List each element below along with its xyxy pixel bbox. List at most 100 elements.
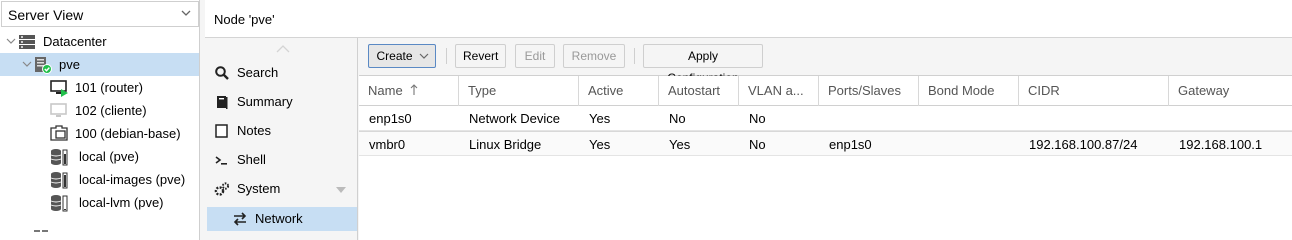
cell-type: Linux Bridge (469, 137, 542, 152)
view-selector[interactable]: Server View (1, 1, 199, 27)
chevron-down-icon[interactable] (180, 7, 192, 19)
search-icon (215, 66, 229, 80)
nav-item-network[interactable]: Network (207, 207, 357, 231)
tree-item-label: local-images (pve) (79, 172, 186, 187)
terminal-icon (215, 156, 227, 165)
column-header-bond-mode[interactable]: Bond Mode (919, 76, 1019, 106)
nav-item-notes[interactable]: Notes (205, 119, 358, 143)
revert-button-label: Revert (463, 49, 499, 63)
edit-button-label: Edit (524, 49, 546, 63)
column-header-label: Gateway (1178, 83, 1230, 98)
tree-item-partial (0, 214, 199, 237)
tree-item-storage[interactable]: local (pve) (0, 145, 199, 168)
cell-ports-slaves: enp1s0 (829, 137, 872, 152)
table-row[interactable]: enp1s0 Network Device Yes No No (359, 106, 1292, 131)
network-icon (34, 230, 48, 232)
edit-button[interactable]: Edit (515, 44, 555, 68)
column-header-name[interactable]: Name (359, 76, 459, 106)
vm-stopped-icon (50, 103, 67, 117)
tree-item-node-pve[interactable]: pve (0, 53, 199, 76)
nav-item-shell[interactable]: Shell (205, 148, 358, 172)
tree-item-datacenter[interactable]: Datacenter (0, 30, 199, 53)
nav-item-search[interactable]: Search (205, 61, 358, 85)
cell-active: Yes (589, 111, 611, 126)
nav-item-label: System (237, 181, 281, 196)
cell-bond-mode (919, 106, 1019, 131)
tree-item-label: local (pve) (79, 149, 139, 164)
remove-button-label: Remove (571, 49, 617, 63)
nav-item-label: Summary (237, 94, 293, 109)
tree-item-template[interactable]: 100 (debian-base) (0, 122, 199, 145)
nav-item-summary[interactable]: Summary (205, 90, 358, 114)
page-title: Node 'pve' (214, 12, 275, 27)
column-header-label: Name (368, 83, 403, 98)
nav-item-label: Network (255, 211, 303, 226)
toolbar-separator (446, 48, 447, 64)
storage-icon (50, 195, 68, 212)
table-header: Name Type Active Autostart VLAN a... Por… (359, 76, 1292, 106)
create-button-label: Create (376, 49, 413, 63)
resource-tree: Datacenter pve 101 (router) 102 (cliente… (0, 30, 199, 237)
tree-item-label: pve (59, 57, 80, 72)
collapse-icon[interactable] (6, 36, 16, 46)
server-node-icon (35, 57, 52, 74)
node-nav-menu: Search Summary Notes Shell System Networ… (205, 38, 358, 240)
view-selector-label: Server View (8, 7, 84, 23)
column-header-ports-slaves[interactable]: Ports/Slaves (819, 76, 919, 106)
column-header-autostart[interactable]: Autostart (659, 76, 739, 106)
column-header-active[interactable]: Active (579, 76, 659, 106)
cell-ports-slaves (819, 106, 919, 131)
cell-name: vmbr0 (369, 137, 406, 152)
nav-item-label: Shell (237, 152, 266, 167)
table-row[interactable]: vmbr0 Linux Bridge Yes Yes No enp1s0 192… (359, 131, 1292, 156)
column-header-label: Ports/Slaves (828, 83, 901, 98)
cell-active: Yes (589, 137, 611, 152)
tree-item-label: 101 (router) (75, 80, 143, 95)
nav-item-label: Search (237, 65, 279, 80)
gears-icon (214, 182, 230, 196)
toolbar-separator (634, 48, 635, 64)
cell-gateway (1169, 106, 1292, 131)
revert-button[interactable]: Revert (455, 44, 506, 68)
cell-autostart: Yes (669, 137, 691, 152)
book-icon (217, 96, 228, 109)
column-header-vlan-aware[interactable]: VLAN a... (739, 76, 819, 106)
cell-cidr (1019, 106, 1169, 131)
column-header-gateway[interactable]: Gateway (1169, 76, 1292, 106)
notes-icon (215, 124, 228, 138)
column-header-label: CIDR (1028, 83, 1060, 98)
toolbar: Create Revert Edit Remove Apply Configur… (359, 38, 1292, 85)
create-button[interactable]: Create (368, 44, 436, 68)
scroll-up-icon[interactable] (275, 44, 291, 54)
column-header-label: Type (468, 83, 497, 98)
remove-button[interactable]: Remove (563, 44, 625, 68)
column-header-label: Autostart (668, 83, 721, 98)
tree-item-label: 100 (debian-base) (75, 126, 181, 141)
tree-item-storage[interactable]: local-images (pve) (0, 168, 199, 191)
nav-item-system[interactable]: System (205, 177, 358, 201)
vm-running-icon (50, 80, 68, 97)
cell-vlan-aware: No (749, 111, 766, 126)
collapse-icon[interactable] (22, 59, 32, 69)
cell-bond-mode (919, 132, 1019, 157)
collapse-arrow-icon[interactable] (336, 187, 346, 193)
cell-name: enp1s0 (369, 111, 412, 126)
tree-item-label: 102 (cliente) (75, 103, 147, 118)
nav-item-label: Notes (237, 123, 271, 138)
datacenter-icon (19, 35, 35, 49)
apply-configuration-button[interactable]: Apply Configuration (643, 44, 763, 85)
column-header-label: Bond Mode (928, 83, 995, 98)
cell-vlan-aware: No (749, 137, 766, 152)
tree-item-storage[interactable]: local-lvm (pve) (0, 191, 199, 214)
cell-gateway: 192.168.100.1 (1179, 137, 1263, 152)
chevron-down-icon (419, 53, 429, 59)
template-icon (50, 125, 68, 141)
tree-item-vm[interactable]: 102 (cliente) (0, 99, 199, 122)
tree-item-vm[interactable]: 101 (router) (0, 76, 199, 99)
tree-item-label: Datacenter (43, 34, 107, 49)
column-header-type[interactable]: Type (459, 76, 579, 106)
tree-item-label: local-lvm (pve) (79, 195, 164, 210)
network-panel: Create Revert Edit Remove Apply Configur… (359, 38, 1292, 240)
column-header-cidr[interactable]: CIDR (1019, 76, 1169, 106)
column-header-label: VLAN a... (748, 83, 804, 98)
